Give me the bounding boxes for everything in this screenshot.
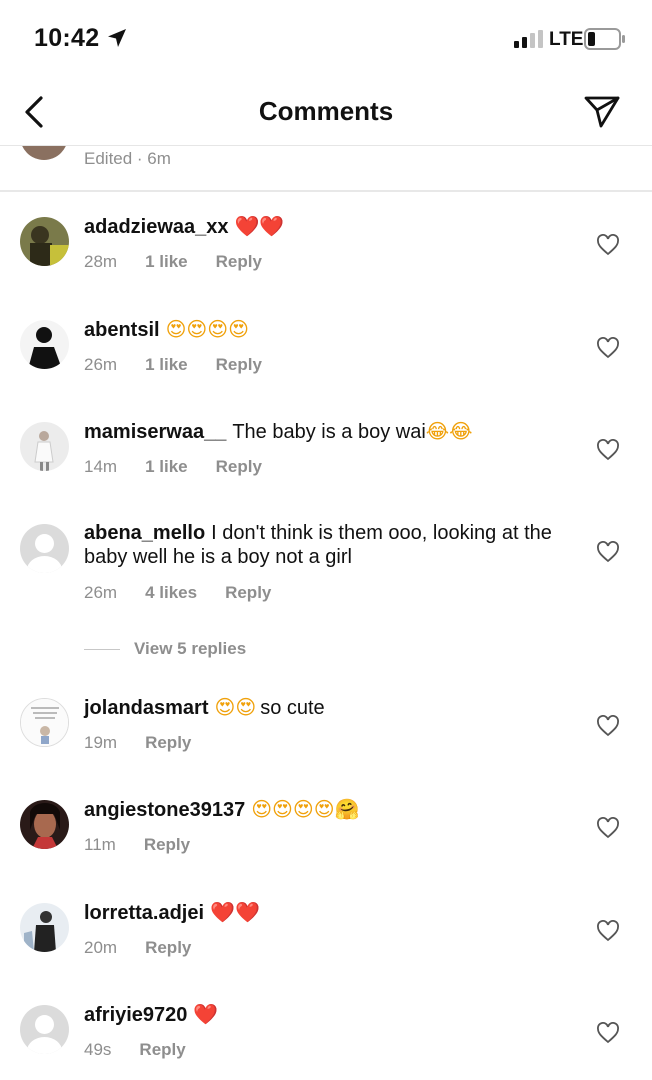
share-button[interactable]: [580, 92, 624, 132]
avatar[interactable]: [20, 146, 68, 160]
comment-username[interactable]: mamiserwaa__: [84, 421, 226, 443]
comment-meta: 20m Reply: [84, 938, 191, 958]
heart-icon[interactable]: [596, 715, 620, 737]
reply-button[interactable]: Reply: [216, 457, 262, 477]
avatar[interactable]: [20, 800, 69, 849]
comment-emoji: 😍😍😍😍: [165, 317, 249, 341]
replies-divider: [84, 648, 120, 650]
battery-icon: [584, 28, 625, 50]
avatar[interactable]: [20, 698, 69, 747]
reply-button[interactable]: Reply: [216, 355, 262, 375]
comment-text: mamiserwaa__ The baby is a boy wai😂😂: [84, 419, 564, 444]
comment-username[interactable]: angiestone39137: [84, 799, 245, 821]
comment-meta: 14m 1 like Reply: [84, 457, 262, 477]
previous-comment: Edited · 6m: [0, 146, 652, 192]
comment-time: 11m: [84, 835, 116, 854]
comment-text: adadziewaa_xx ❤️❤️: [84, 214, 564, 239]
reply-button[interactable]: Reply: [145, 733, 191, 753]
comment-username[interactable]: jolandasmart: [84, 697, 208, 719]
send-icon: [584, 96, 620, 128]
avatar[interactable]: [20, 1005, 69, 1054]
heart-icon[interactable]: [596, 920, 620, 942]
reply-button[interactable]: Reply: [216, 252, 262, 272]
network-label: LTE: [549, 29, 584, 50]
page-title: Comments: [258, 96, 394, 126]
comment-text: abentsil 😍😍😍😍: [84, 317, 564, 342]
reply-button[interactable]: Reply: [144, 835, 190, 855]
comment-time: 19m: [84, 733, 118, 752]
view-replies-label: View 5 replies: [134, 639, 247, 658]
comment-text: angiestone39137 😍😍😍😍🤗: [84, 797, 564, 822]
comments-header: Comments: [0, 78, 652, 146]
cellular-signal-icon: [514, 30, 543, 48]
avatar[interactable]: [20, 217, 69, 266]
comment-text: afriyie9720 ❤️: [84, 1002, 564, 1027]
comment-username[interactable]: abena_mello: [84, 522, 205, 544]
heart-icon[interactable]: [596, 817, 620, 839]
comment-text: jolandasmart 😍😍 so cute: [84, 695, 564, 720]
avatar[interactable]: [20, 422, 69, 471]
comment-meta: 28m 1 like Reply: [84, 252, 262, 272]
comment-text: lorretta.adjei ❤️❤️: [84, 900, 564, 925]
comment-time: 26m: [84, 583, 118, 602]
comment-time: 28m: [84, 252, 118, 271]
comment-username[interactable]: afriyie9720: [84, 1004, 187, 1026]
comment-time: 49s: [84, 1040, 112, 1059]
comment-text: abena_mello I don't think is them ooo, lo…: [84, 521, 564, 569]
comment-body: so cute: [260, 697, 325, 719]
status-bar: 10:42 LTE: [0, 0, 652, 78]
status-time: 10:42: [34, 24, 100, 52]
comment-meta: 49s Reply: [84, 1040, 186, 1060]
avatar[interactable]: [20, 320, 69, 369]
comment-meta: 11m Reply: [84, 835, 190, 855]
heart-icon[interactable]: [596, 541, 620, 563]
comment-username[interactable]: adadziewaa_xx: [84, 216, 229, 238]
comment-username[interactable]: abentsil: [84, 319, 160, 341]
like-count[interactable]: 4 likes: [145, 583, 197, 603]
comment-meta: 19m Reply: [84, 733, 191, 753]
view-replies-button[interactable]: View 5 replies: [84, 639, 246, 659]
comment-time: 20m: [84, 938, 118, 957]
comment-username[interactable]: lorretta.adjei: [84, 902, 204, 924]
comment-emoji: ❤️❤️: [210, 900, 260, 924]
like-count[interactable]: 1 like: [145, 457, 188, 477]
heart-icon[interactable]: [596, 337, 620, 359]
location-arrow-icon: [108, 29, 126, 47]
like-count[interactable]: 1 like: [145, 355, 188, 375]
avatar[interactable]: [20, 903, 69, 952]
reply-button[interactable]: Reply: [145, 938, 191, 958]
comment-body: The baby is a boy wai: [232, 421, 426, 443]
reply-button[interactable]: Reply: [225, 583, 271, 603]
reply-button[interactable]: Reply: [139, 1040, 185, 1060]
comment-emoji: ❤️❤️: [234, 214, 285, 238]
comment-emoji: 😂😂: [425, 419, 473, 443]
comment-time: 26m: [84, 355, 118, 374]
comment-meta: 26m 1 like Reply: [84, 355, 262, 375]
comment-meta: Edited · 6m: [84, 149, 171, 168]
comment-emoji: 😍😍😍😍🤗: [251, 797, 360, 821]
like-count[interactable]: 1 like: [145, 252, 188, 272]
comment-meta: 26m 4 likes Reply: [84, 583, 271, 603]
heart-icon[interactable]: [596, 439, 620, 461]
heart-icon[interactable]: [596, 1022, 620, 1044]
comment-time: 14m: [84, 457, 118, 476]
comment-emoji: ❤️: [193, 1002, 219, 1026]
heart-icon[interactable]: [596, 234, 620, 256]
avatar[interactable]: [20, 524, 69, 573]
comment-emoji: 😍😍: [214, 695, 257, 719]
